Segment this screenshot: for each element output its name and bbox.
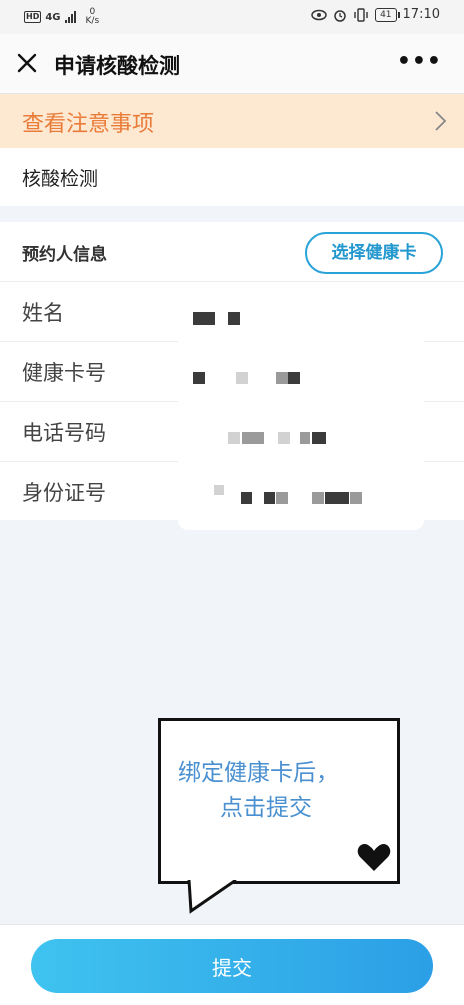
health-card-number-label: 健康卡号 — [22, 361, 106, 385]
booker-info-title: 预约人信息 — [22, 245, 107, 265]
status-left: HD 4G 0 K/s — [24, 8, 99, 26]
notice-link[interactable]: 查看注意事项 — [22, 106, 154, 138]
test-type-label: 核酸检测 — [22, 168, 99, 190]
chevron-right-icon — [435, 111, 447, 131]
test-type-row: 核酸检测 — [0, 148, 464, 206]
hd-badge: HD — [24, 11, 42, 23]
close-icon[interactable] — [14, 50, 40, 76]
nav-bar: 申请核酸检测 ••• — [0, 34, 464, 94]
name-label: 姓名 — [22, 301, 64, 325]
clock: 17:10 — [402, 7, 440, 22]
submit-button[interactable]: 提交 — [31, 939, 433, 993]
bottom-bar: 提交 — [0, 924, 464, 1005]
eye-icon — [311, 9, 327, 20]
hint-text-line-2: 点击提交 — [220, 795, 312, 821]
signal-icon — [64, 11, 76, 23]
status-right: 41 17:10 — [311, 7, 440, 22]
notice-banner[interactable]: 查看注意事项 — [0, 94, 464, 148]
heart-icon — [357, 844, 391, 871]
speed-unit: K/s — [85, 16, 100, 26]
phone-number-label: 电话号码 — [22, 421, 106, 445]
page-title: 申请核酸检测 — [54, 54, 180, 78]
more-menu-button[interactable]: ••• — [397, 51, 442, 73]
speech-bubble-tail — [187, 880, 237, 914]
network-speed: 0 K/s — [86, 8, 100, 26]
alarm-icon — [334, 9, 346, 22]
network-type: 4G — [45, 11, 61, 23]
id-number-label: 身份证号 — [22, 481, 106, 505]
hint-text-line-1: 绑定健康卡后， — [178, 760, 339, 786]
vibrate-icon — [354, 7, 368, 22]
battery-icon: 41 — [375, 7, 401, 22]
select-health-card-button[interactable]: 选择健康卡 — [305, 232, 443, 274]
booker-info-header: 预约人信息 选择健康卡 — [0, 222, 464, 282]
status-bar: HD 4G 0 K/s 41 17:10 — [0, 0, 464, 34]
